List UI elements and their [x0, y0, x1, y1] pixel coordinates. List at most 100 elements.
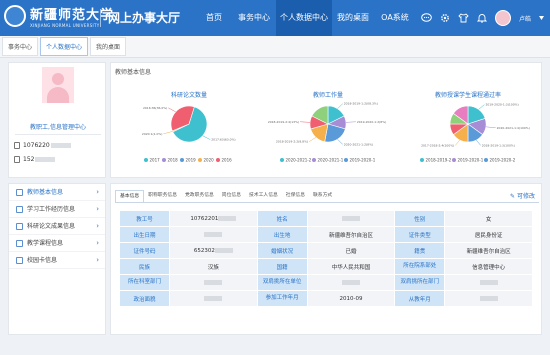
chat-icon[interactable]: [421, 13, 432, 23]
side-menu-label: 学习工作经历信息: [27, 206, 76, 213]
legend-marker: [452, 158, 456, 162]
slice-label-leader: [478, 104, 485, 110]
document-icon: [16, 223, 23, 230]
field-label: 证件号码: [119, 242, 170, 259]
side-menu-item[interactable]: 科研论文成果信息 ›: [9, 218, 105, 235]
legend-marker: [312, 158, 316, 162]
user-name[interactable]: 卢皓: [519, 14, 531, 23]
field-label: 双肩挑所在部门: [394, 274, 446, 291]
detail-tab-bar: 基本信息 职称职务信息 党政职务信息 岗位信息 技术工人信息 社保信息 联系方式: [115, 190, 336, 202]
field-label: 所在院系部处: [394, 258, 446, 275]
profile-divider: [15, 134, 101, 135]
slice-label-leader: [475, 139, 481, 146]
masked-text: [35, 157, 56, 162]
masked-text: [218, 215, 237, 221]
chevron-down-icon[interactable]: [539, 16, 544, 20]
id-card-icon: [14, 142, 20, 149]
tab-affairs-center[interactable]: 事务中心: [2, 37, 39, 56]
nav-item-my-desktop[interactable]: 我的桌面: [332, 0, 374, 36]
slice-label-leader: [202, 135, 211, 140]
detail-tab-party-position[interactable]: 党政职务信息: [181, 190, 218, 202]
legend-marker: [484, 158, 488, 162]
main-nav: 首页 事务中心 个人数据中心 我的桌面 OA系统: [196, 0, 416, 36]
tab-my-desktop[interactable]: 我的桌面: [90, 37, 127, 56]
side-menu-label: 校园卡信息: [27, 257, 58, 264]
side-menu-item[interactable]: 学习工作经历信息 ›: [9, 201, 105, 218]
masked-text: [204, 295, 223, 301]
field-label: 所在科室部门: [119, 274, 170, 291]
university-logo: [4, 5, 26, 27]
masked-text: [214, 247, 233, 253]
top-navigation-bar: 新疆师范大学 XINJIANG NORMAL UNIVERSITY 网上办事大厅…: [0, 0, 550, 36]
field-label: 出生日期: [119, 226, 170, 243]
slice-label: 2019-2020-1:3(100%): [485, 103, 518, 107]
legend-label: 2019-2020-1: [458, 158, 484, 163]
field-value: 10762201: [169, 210, 258, 227]
table-row: 民族 汉族 国籍 中华人民共和国 所在院系部处 信息管理中心: [119, 258, 533, 275]
notification-bell-icon[interactable]: [476, 13, 487, 23]
field-label: 参加工作年月: [256, 290, 308, 307]
legend-marker: [144, 158, 148, 162]
side-menu-item[interactable]: 校园卡信息 ›: [9, 252, 105, 269]
field-value: 信息管理中心: [444, 258, 533, 275]
field-value: [169, 274, 258, 291]
tab-personal-data-center[interactable]: 个人数据中心: [40, 37, 89, 56]
legend-label: 2019: [186, 158, 197, 163]
masked-text: [341, 215, 360, 221]
theme-shirt-icon[interactable]: [458, 13, 469, 23]
edit-button[interactable]: ✎ 可修改: [510, 191, 535, 200]
chart-title: 教师授课学生课程通过率: [435, 91, 501, 99]
field-value: [169, 290, 258, 307]
table-row: 政治面貌 参加工作年月 2010-09 从教年月: [119, 290, 533, 307]
masked-text: [341, 279, 360, 285]
charts-svg: 科研论文数量 2017:63(63.0%) 2020:1(1.0%) 2016:36(…: [142, 91, 530, 163]
detail-tab-contact[interactable]: 联系方式: [309, 190, 336, 202]
field-value: 已婚: [306, 242, 396, 259]
nav-item-affairs-center[interactable]: 事务中心: [232, 0, 276, 36]
masked-text: [479, 295, 498, 301]
profile-card: 教职工,信息管理中心 1076220 152: [8, 62, 106, 178]
settings-icon[interactable]: [440, 13, 450, 23]
masked-text: [204, 279, 223, 285]
side-menu-label: 教师基本信息: [27, 189, 64, 196]
slice-label: 2017-2018-2:4(100%): [421, 143, 454, 147]
nav-item-oa-system[interactable]: OA系统: [374, 0, 416, 36]
slice-label-leader: [345, 121, 356, 123]
masked-text: [479, 279, 498, 285]
side-menu-item[interactable]: 教学课程信息 ›: [9, 235, 105, 252]
side-menu-label: 教学课程信息: [27, 240, 64, 247]
field-label: 性别: [394, 210, 446, 227]
legend-label: 2020-2021-2: [286, 158, 312, 163]
side-menu-item[interactable]: 教师基本信息 ›: [9, 184, 105, 201]
header-divider: [100, 9, 101, 27]
nav-item-personal-data-center[interactable]: 个人数据中心: [276, 0, 332, 36]
detail-tab-title-position[interactable]: 职称职务信息: [144, 190, 181, 202]
detail-panel: 基本信息 职称职务信息 党政职务信息 岗位信息 技术工人信息 社保信息 联系方式…: [110, 183, 542, 335]
slice-label: 2018-2019-1:2(08.3%): [344, 102, 378, 106]
user-avatar[interactable]: [494, 10, 511, 26]
field-value: 2010-09: [306, 290, 396, 307]
header-tools: 卢皓: [421, 0, 544, 36]
chart-title: 教师工作量: [313, 91, 343, 99]
field-label: 籍贯: [394, 242, 446, 259]
legend-label: 2017: [150, 158, 161, 163]
slice-label-leader: [455, 139, 461, 146]
field-value: 652302: [169, 242, 258, 259]
detail-tab-social-security[interactable]: 社保信息: [282, 190, 309, 202]
profile-department: 教职工,信息管理中心: [30, 124, 86, 131]
chart-title: 科研论文数量: [171, 91, 207, 99]
detail-tab-basic-info[interactable]: 基本信息: [115, 190, 145, 202]
legend-label: 2020-2021-1: [318, 158, 344, 163]
detail-tab-post-info[interactable]: 岗位信息: [218, 190, 245, 202]
nav-item-home[interactable]: 首页: [196, 0, 232, 36]
briefcase-icon: [16, 206, 23, 213]
edit-label: 可修改: [516, 193, 535, 200]
basic-info-table: 教工号 10762201 姓名 性别女出生日期 出生地 新疆维吾尔自治区 证件类型 居民身份证…: [119, 210, 533, 307]
slice-label: 2018-2019-2:4(13%): [268, 120, 299, 124]
campus-card-icon: [16, 257, 23, 264]
detail-tab-technical-worker[interactable]: 技术工人信息: [245, 190, 282, 202]
field-label: 从教年月: [394, 290, 446, 307]
legend-marker: [344, 158, 348, 162]
field-value: 中华人民共和国: [306, 258, 396, 275]
charts-panel: 教师基本信息 科研论文数量 2017:63(63.0%) 2020:1(1.0%) 2…: [110, 62, 542, 178]
